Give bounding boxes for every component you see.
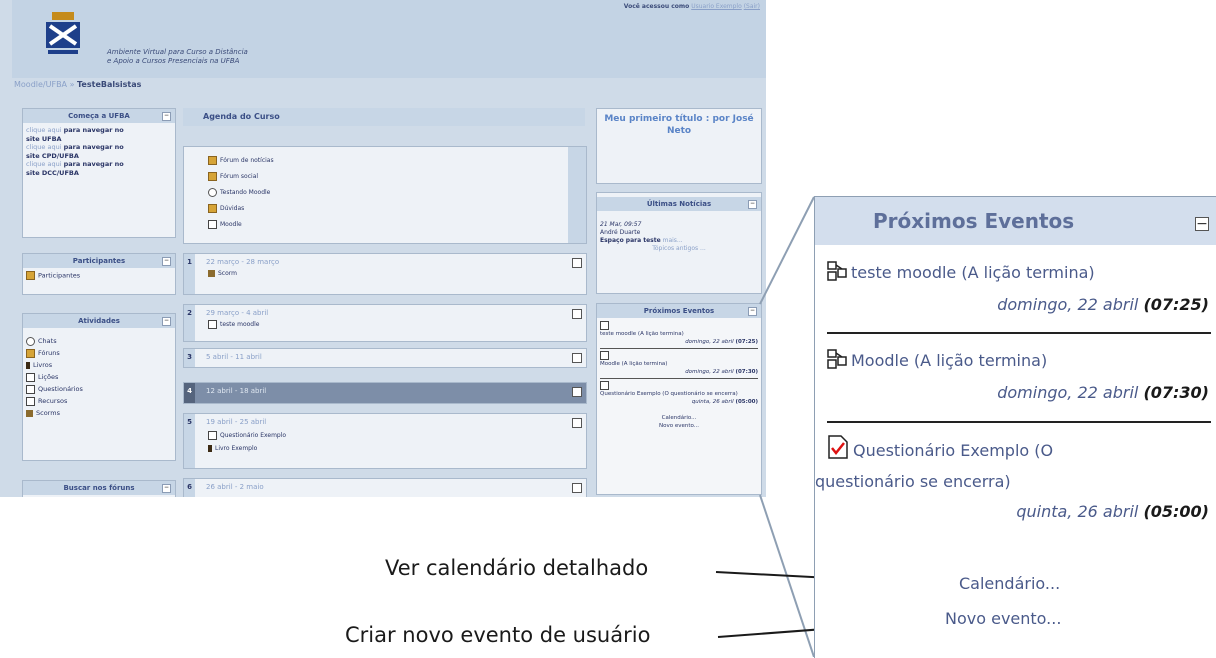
- event-name[interactable]: Moodle (A lição termina): [851, 351, 1047, 370]
- event-datetime: quinta, 26 abril (05:00): [1016, 502, 1209, 521]
- event-name-line1[interactable]: Questionário Exemplo (O: [853, 441, 1053, 460]
- event-datetime: domingo, 22 abril (07:25): [997, 295, 1209, 314]
- events-header: Próximos Eventos −: [815, 197, 1216, 245]
- event-datetime: domingo, 22 abril (07:30): [997, 383, 1209, 402]
- event-time: (07:25): [1143, 295, 1209, 314]
- events-title: Próximos Eventos: [873, 209, 1075, 233]
- event-item[interactable]: Moodle (A lição termina): [827, 349, 1047, 370]
- event-divider: [827, 421, 1211, 423]
- event-name[interactable]: teste moodle (A lição termina): [851, 263, 1095, 282]
- event-time: (07:30): [1143, 383, 1209, 402]
- event-name-line2[interactable]: questionário se encerra): [815, 472, 1011, 491]
- event-time: (05:00): [1143, 502, 1209, 521]
- new-event-link[interactable]: Novo evento...: [945, 609, 1061, 628]
- annotation-calendar: Ver calendário detalhado: [385, 556, 649, 580]
- collapse-icon[interactable]: −: [1195, 217, 1209, 231]
- event-date: domingo, 22 abril: [997, 295, 1139, 314]
- event-item[interactable]: teste moodle (A lição termina): [827, 261, 1095, 282]
- calendar-link[interactable]: Calendário...: [959, 574, 1060, 593]
- event-divider: [827, 332, 1211, 334]
- upcoming-events-zoomed: Próximos Eventos − teste moodle (A lição…: [814, 196, 1216, 658]
- lesson-icon: [827, 261, 847, 281]
- event-date: quinta, 26 abril: [1016, 502, 1139, 521]
- event-item[interactable]: Questionário Exemplo (O: [827, 435, 1053, 460]
- annotation-new-event: Criar novo evento de usuário: [345, 623, 651, 647]
- event-date: domingo, 22 abril: [997, 383, 1139, 402]
- quiz-icon: [827, 435, 849, 459]
- lesson-icon: [827, 349, 847, 369]
